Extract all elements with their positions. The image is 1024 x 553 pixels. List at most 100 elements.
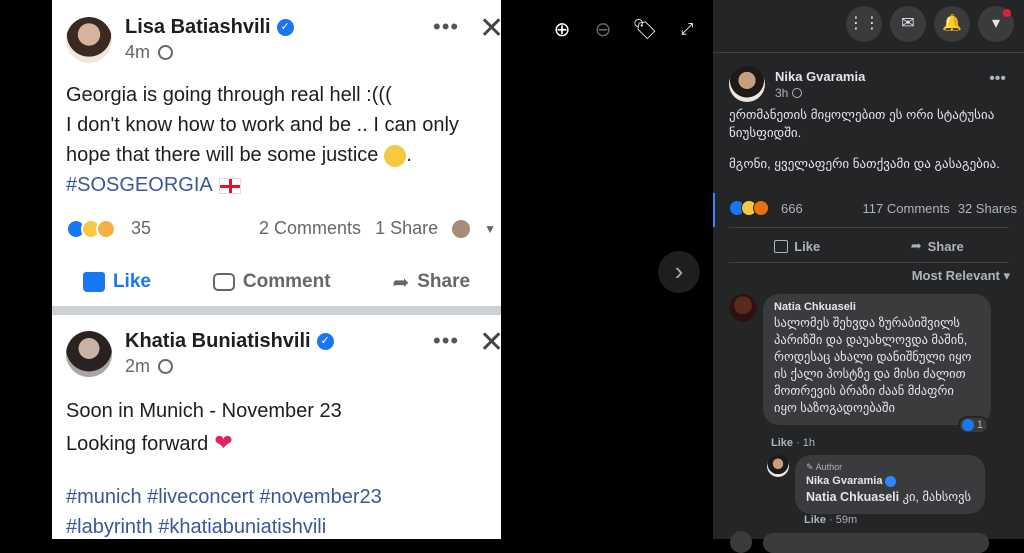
author-name[interactable]: Nika Gvaramia — [775, 69, 865, 84]
more-options-icon: ••• — [433, 14, 460, 39]
fullscreen-icon[interactable]: ⤢ — [670, 13, 704, 47]
post1-line: Georgia is going through real hell :((( — [66, 84, 392, 106]
share-button: ➦ Share — [392, 270, 470, 295]
post1-author-name: Lisa Batiashvili — [125, 16, 271, 38]
close-icon: ✕ — [479, 12, 501, 45]
like-button: Like — [82, 271, 151, 293]
post2-hashtags: #munich #liveconcert #november23 #labyri… — [66, 482, 382, 539]
post2-hashtag-line: #munich #liveconcert #november23 — [66, 486, 382, 508]
comment: Natia Chkuaseli სალომეს შეხვდა ზურაბიშვი… — [729, 294, 991, 434]
post-text: ერთმანეთის მიყოლებით ეს ორი სტატუსია ნიუ… — [729, 107, 995, 140]
zoom-out-icon[interactable]: ⊖ — [586, 13, 620, 47]
comments-count[interactable]: 117 Comments — [863, 201, 950, 216]
reply-bubble: ✎ Author Nika Gvaramia Natia Chkuaseli კ… — [795, 455, 985, 514]
mention-link[interactable]: Natia Chkuaseli — [806, 490, 899, 504]
reaction-icons — [66, 218, 116, 239]
avatar — [452, 219, 471, 238]
next-photo-button[interactable]: › — [658, 251, 700, 293]
messenger-icon[interactable]: ✉ — [890, 6, 926, 42]
post-text: მგონი, ყველაფერი ნათქვამი და გასაგებია. — [729, 156, 1000, 171]
post1-hashtag: #SOSGEORGIA — [66, 174, 213, 196]
post-time[interactable]: 3h — [775, 86, 788, 100]
post2-header: Khatia Buniatishvili ✓ 2m — [66, 330, 334, 377]
author-badge: Author — [815, 462, 843, 472]
thumbs-up-icon — [82, 272, 105, 292]
post2-time: 2m — [125, 356, 151, 376]
post1-header: Lisa Batiashvili ✓ 4m — [66, 16, 294, 63]
notifications-icon[interactable]: 🔔 — [934, 6, 970, 42]
comment-like-link[interactable]: Like — [771, 437, 793, 449]
comment-sort-dropdown[interactable]: Most Relevant ▾ — [912, 268, 1010, 284]
comment-time[interactable]: 1h — [803, 437, 815, 449]
comment-text: სალომეს შეხვდა ზურაბიშვილს პარიზში და და… — [774, 316, 972, 415]
reaction-count[interactable]: 666 — [781, 201, 803, 216]
avatar — [66, 330, 112, 377]
photo-viewer: Lisa Batiashvili ✓ 4m ••• ✕ Georgia is go… — [0, 0, 713, 539]
thumbs-up-icon — [774, 239, 789, 253]
pencil-icon: ✎ — [806, 462, 814, 472]
comment-meta: Like · 1h — [771, 437, 816, 449]
share-icon: ➦ — [392, 271, 410, 294]
sort-label: Most Relevant — [911, 268, 1000, 283]
comment-author[interactable]: Natia Chkuaseli — [774, 301, 980, 313]
reply: ✎ Author Nika Gvaramia Natia Chkuaseli კ… — [767, 455, 985, 514]
post-stats: 666 117 Comments 32 Shares — [729, 200, 1017, 216]
more-options-icon: ••• — [433, 328, 460, 353]
focus-indicator — [713, 193, 715, 227]
divider — [729, 262, 1009, 263]
post1-stats: 35 2 Comments 1 Share ▼ — [66, 218, 496, 239]
globe-icon — [792, 87, 803, 98]
post1-line: I don't know how to work and be .. I can… — [66, 114, 459, 136]
top-nav: ⋮⋮ ✉ 🔔 ▾ — [846, 6, 1014, 42]
share-button[interactable]: ➦ Share — [911, 234, 964, 258]
more-options-icon[interactable]: ••• — [989, 70, 1006, 88]
post1-comments-count: 2 Comments — [259, 218, 362, 238]
post1-time: 4m — [125, 42, 151, 62]
reply-time[interactable]: 59m — [836, 514, 857, 526]
divider — [729, 227, 1009, 228]
post-sidebar: ⋮⋮ ✉ 🔔 ▾ Nika Gvaramia 3h ••• ერთმანეთის… — [713, 0, 1024, 539]
divider — [713, 52, 1024, 53]
post2-hashtag-line: #labyrinth #khatiabuniatishvili — [66, 516, 327, 538]
comment-icon — [212, 273, 235, 291]
like-label: Like — [794, 238, 821, 254]
comment-reaction-count: 1 — [976, 419, 983, 431]
comment-reactions[interactable]: 1 — [957, 416, 989, 434]
avatar — [66, 16, 112, 63]
comment-bubble: Natia Chkuaseli სალომეს შეხვდა ზურაბიშვი… — [763, 294, 991, 434]
avatar[interactable] — [767, 455, 789, 477]
reply-meta: Like · 59m — [804, 514, 858, 526]
reply-author[interactable]: Nika Gvaramia — [806, 475, 882, 487]
care-reaction-icon — [96, 218, 116, 239]
post-author: Nika Gvaramia 3h — [729, 66, 865, 102]
post1-line: hope that there will be some justice — [66, 144, 379, 166]
account-menu-icon[interactable]: ▾ — [978, 6, 1014, 42]
post2-author-name: Khatia Buniatishvili — [125, 330, 311, 352]
reply-like-link[interactable]: Like — [804, 514, 826, 526]
georgia-flag-icon — [218, 177, 241, 194]
avatar[interactable] — [729, 66, 765, 102]
tag-icon[interactable]: 🏷 — [628, 13, 662, 47]
globe-icon — [158, 359, 174, 374]
zoom-in-icon[interactable]: ⊕ — [545, 13, 579, 47]
comment-button: Comment — [212, 271, 331, 293]
close-icon: ✕ — [479, 326, 501, 359]
post-actions: Like ➦ Share — [729, 234, 1009, 258]
globe-icon — [158, 45, 174, 60]
comment-label: Comment — [242, 271, 331, 292]
shares-count[interactable]: 32 Shares — [958, 201, 1017, 216]
like-button[interactable]: Like — [774, 234, 820, 258]
angry-reaction-icon — [753, 200, 769, 216]
heart-emoji-icon: ❤ — [214, 430, 233, 455]
post2-line: Looking forward — [66, 433, 209, 455]
notification-dot — [1003, 9, 1011, 17]
post1-actions: Like Comment ➦ Share — [52, 258, 501, 306]
menu-grid-icon[interactable]: ⋮⋮ — [846, 6, 882, 42]
reply-text: კი, მახსოვს — [899, 490, 972, 504]
avatar[interactable] — [729, 294, 757, 322]
post1-reaction-count: 35 — [131, 218, 152, 238]
verified-badge-icon: ✓ — [316, 333, 334, 350]
avatar — [730, 531, 752, 553]
sad-emoji-icon — [384, 144, 407, 167]
share-label: Share — [927, 238, 964, 254]
